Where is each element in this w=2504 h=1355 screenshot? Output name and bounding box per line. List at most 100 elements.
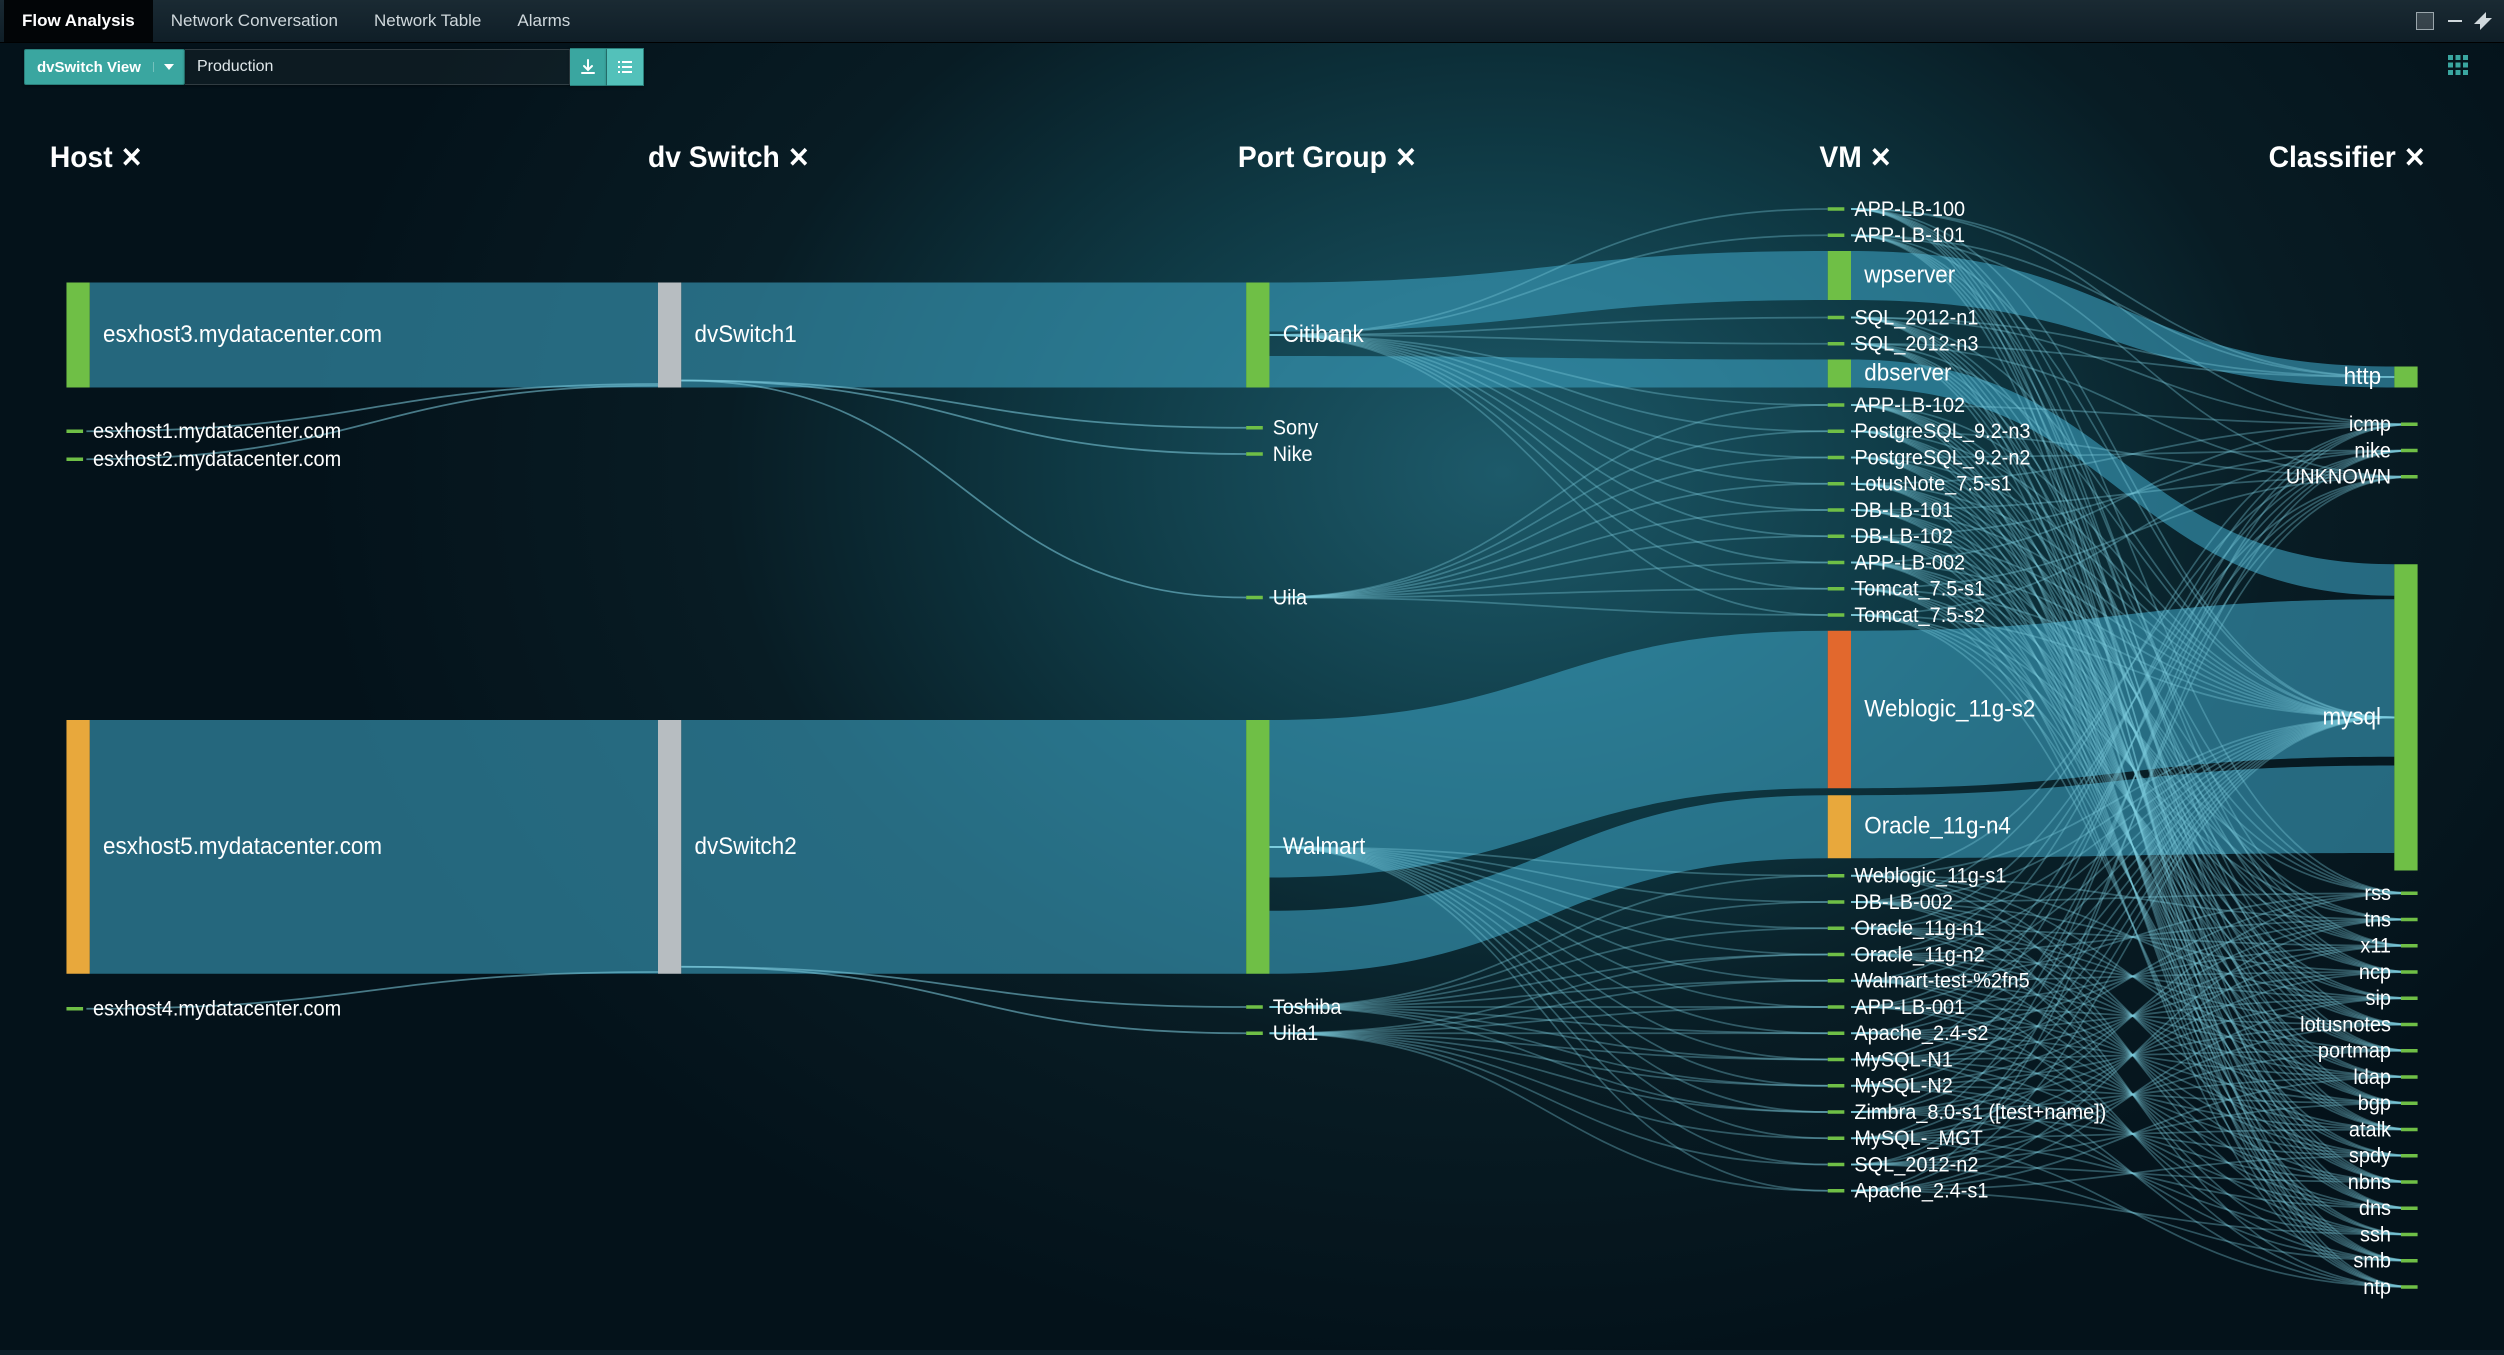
tab-alarms[interactable]: Alarms — [499, 0, 588, 42]
view-dropdown[interactable]: dvSwitch View — [24, 49, 185, 85]
tab-network-table[interactable]: Network Table — [356, 0, 499, 42]
flow-link — [1269, 1033, 1827, 1112]
column-header-portgroup[interactable]: Port Group ✕ — [1238, 141, 1417, 174]
node-label: icmp — [2349, 413, 2391, 437]
node-label: dns — [2359, 1197, 2391, 1221]
node-label: MySQL-N1 — [1854, 1048, 1953, 1072]
node-label: APP-LB-100 — [1854, 198, 1965, 222]
node-label: DB-LB-102 — [1854, 525, 1953, 549]
flow-link — [1269, 1033, 1827, 1164]
flow-link — [681, 967, 1246, 1034]
view-dropdown-label: dvSwitch View — [25, 59, 153, 76]
download-button[interactable] — [570, 48, 607, 86]
node-label: Oracle_11g-n1 — [1854, 917, 1984, 941]
node-label: Weblogic_11g-s2 — [1864, 695, 2035, 722]
node-label: portmap — [2318, 1039, 2391, 1063]
node-label: smb — [2353, 1249, 2391, 1273]
node-label: esxhost5.mydatacenter.com — [103, 832, 382, 859]
node-label: SQL_2012-n2 — [1854, 1153, 1978, 1177]
node-label: spdy — [2349, 1144, 2392, 1168]
node-Weblogic_11g-s2[interactable] — [1828, 631, 1851, 789]
flow-link — [681, 381, 1246, 455]
node-label: esxhost4.mydatacenter.com — [93, 997, 341, 1021]
node-label: Sony — [1273, 416, 1319, 440]
node-label: sip — [2366, 987, 2391, 1011]
node-label: lotusnotes — [2300, 1013, 2391, 1037]
node-label: Tomcat_7.5-s2 — [1854, 604, 1985, 628]
node-Walmart[interactable] — [1246, 720, 1269, 974]
node-label: Oracle_11g-n4 — [1864, 812, 2011, 839]
node-label: Apache_2.4-s2 — [1854, 1022, 1988, 1046]
node-label: ldap — [2353, 1066, 2391, 1090]
node-label: Walmart-test-%2fn5 — [1854, 969, 2029, 993]
node-label: tns — [2364, 908, 2391, 932]
column-header-classifier[interactable]: Classifier ✕ — [2269, 141, 2426, 174]
node-http[interactable] — [2394, 367, 2417, 388]
window-fullscreen-icon[interactable] — [2476, 14, 2490, 28]
node-label: DB-LB-002 — [1854, 891, 1953, 915]
node-label: nbns — [2348, 1171, 2391, 1195]
node-label: Zimbra_8.0-s1 ([test+name]) — [1854, 1101, 2106, 1125]
node-label: APP-LB-102 — [1854, 394, 1965, 418]
node-label: APP-LB-002 — [1854, 551, 1965, 575]
node-label: Uila — [1273, 586, 1308, 610]
node-label: LotusNote_7.5-s1 — [1854, 472, 2011, 496]
node-label: nike — [2354, 439, 2391, 463]
node-label: PostgreSQL_9.2-n3 — [1854, 420, 2030, 444]
node-label: Citibank — [1283, 320, 1364, 347]
node-dvSwitch2[interactable] — [658, 720, 681, 974]
node-label: mysql — [2323, 703, 2382, 730]
node-label: Oracle_11g-n2 — [1854, 943, 1984, 967]
node-label: dvSwitch2 — [695, 832, 797, 859]
node-label: esxhost3.mydatacenter.com — [103, 320, 382, 347]
node-esxhost3.mydatacenter.com[interactable] — [66, 283, 89, 388]
scope-input[interactable]: Production — [185, 49, 570, 85]
node-label: dvSwitch1 — [695, 320, 797, 347]
flow-link — [1269, 1033, 1827, 1138]
node-label: APP-LB-001 — [1854, 996, 1965, 1020]
node-label: Nike — [1273, 443, 1313, 467]
node-Oracle_11g-n4[interactable] — [1828, 795, 1851, 858]
node-label: Tomcat_7.5-s1 — [1854, 577, 1985, 601]
node-label: esxhost1.mydatacenter.com — [93, 420, 341, 444]
node-label: DB-LB-101 — [1854, 499, 1953, 523]
node-label: x11 — [2360, 934, 2391, 958]
node-label: bgp — [2358, 1092, 2391, 1116]
flow-link — [1269, 431, 1827, 597]
chevron-down-icon — [153, 62, 184, 72]
node-dvSwitch1[interactable] — [658, 283, 681, 388]
node-label: atalk — [2349, 1118, 2392, 1142]
flow-link — [1269, 598, 1827, 616]
node-wpserver[interactable] — [1828, 251, 1851, 300]
node-label: SQL_2012-n3 — [1854, 332, 1978, 356]
tab-network-conversation[interactable]: Network Conversation — [153, 0, 356, 42]
list-view-button[interactable] — [607, 48, 644, 86]
tab-flow-analysis[interactable]: Flow Analysis — [4, 0, 153, 42]
window-minimize-icon[interactable] — [2448, 20, 2462, 22]
node-label: ntp — [2363, 1276, 2391, 1300]
node-label: PostgreSQL_9.2-n2 — [1854, 446, 2030, 470]
node-label: dbserver — [1864, 359, 1952, 386]
flow-link — [681, 381, 1246, 598]
sankey-canvas: Host ✕ dv Switch ✕ Port Group ✕ VM ✕ Classif… — [0, 90, 2504, 1350]
node-label: wpserver — [1863, 261, 1955, 288]
node-label: http — [2344, 362, 2381, 389]
node-mysql[interactable] — [2394, 564, 2417, 870]
node-dbserver[interactable] — [1828, 360, 1851, 388]
node-esxhost5.mydatacenter.com[interactable] — [66, 720, 89, 974]
column-header-dvswitch[interactable]: dv Switch ✕ — [648, 141, 810, 174]
node-label: MySQL-N2 — [1854, 1074, 1953, 1098]
node-Citibank[interactable] — [1246, 283, 1269, 388]
apps-grid-icon[interactable] — [2446, 53, 2470, 82]
tab-bar: Flow Analysis Network Conversation Netwo… — [0, 0, 2504, 43]
toolbar: dvSwitch View Production — [0, 43, 2504, 91]
node-label: Apache_2.4-s1 — [1854, 1179, 1988, 1203]
window-restore-icon[interactable] — [2416, 12, 2434, 30]
node-label: SQL_2012-n1 — [1854, 306, 1978, 330]
node-label: Walmart — [1283, 832, 1366, 859]
node-label: Uila1 — [1273, 1022, 1318, 1046]
column-header-host[interactable]: Host ✕ — [50, 141, 143, 174]
column-header-vm[interactable]: VM ✕ — [1819, 141, 1891, 174]
toolbar-button-group — [570, 48, 644, 86]
flow-link — [1269, 335, 1827, 458]
